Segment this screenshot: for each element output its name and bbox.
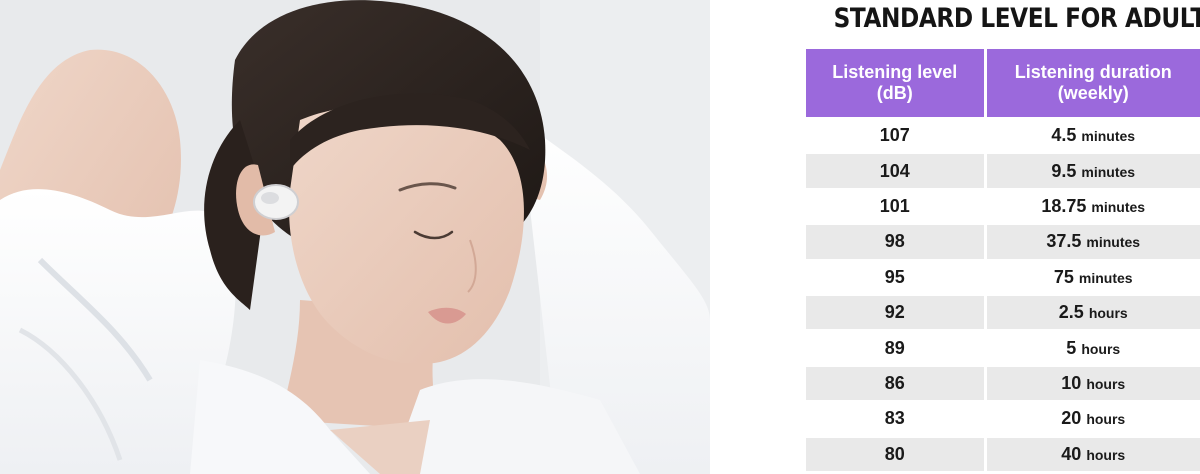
table-row: 92 2.5 hours: [806, 293, 1200, 331]
duration-unit: hours: [1086, 375, 1126, 392]
table-row: 89 5 hours: [806, 329, 1200, 366]
level-cell: 92: [806, 293, 985, 331]
duration-cell: 2.5 hours: [983, 293, 1200, 331]
header-listening-level: Listening level (dB): [806, 49, 985, 118]
duration-unit: hours: [1088, 305, 1128, 322]
duration-cell: 37.5 minutes: [983, 223, 1200, 260]
duration-cell: 9.5 minutes: [983, 152, 1200, 189]
level-cell: 95: [806, 258, 985, 295]
page-title: STANDARD LEVEL FOR ADULT: [833, 3, 1200, 34]
duration-amount: 9.5: [1051, 160, 1077, 181]
duration-cell: 40 hours: [983, 435, 1200, 471]
listening-level-table: Listening level (dB) Listening duration …: [806, 49, 1200, 471]
duration-amount: 2.5: [1058, 302, 1084, 323]
duration-amount: 37.5: [1046, 231, 1082, 252]
duration-cell: 20 hours: [983, 400, 1200, 437]
duration-cell: 18.75 minutes: [983, 187, 1200, 225]
duration-cell: 4.5 minutes: [983, 116, 1200, 154]
duration-unit: hours: [1086, 446, 1126, 463]
level-cell: 101: [806, 187, 985, 225]
header-unit: (dB): [876, 83, 913, 103]
level-cell: 104: [806, 152, 985, 189]
duration-cell: 5 hours: [983, 329, 1200, 366]
table-row: 101 18.75 minutes: [806, 187, 1200, 225]
level-cell: 83: [806, 400, 985, 437]
duration-unit: minutes: [1081, 163, 1136, 180]
header-label: Listening level: [832, 62, 958, 82]
duration-amount: 75: [1053, 266, 1074, 287]
woman-wearing-earbud-photo: [0, 0, 710, 474]
level-cell: 107: [806, 116, 985, 154]
duration-amount: 5: [1066, 337, 1077, 358]
level-cell: 86: [806, 364, 985, 402]
duration-unit: hours: [1086, 411, 1126, 428]
header-listening-duration: Listening duration (weekly): [983, 49, 1200, 118]
duration-unit: minutes: [1078, 269, 1133, 286]
duration-amount: 20: [1061, 408, 1082, 429]
duration-cell: 10 hours: [983, 364, 1200, 402]
table-row: 83 20 hours: [806, 400, 1200, 437]
duration-amount: 18.75: [1041, 195, 1087, 216]
duration-unit: minutes: [1081, 128, 1136, 145]
level-cell: 89: [806, 329, 985, 366]
table-row: 86 10 hours: [806, 364, 1200, 402]
duration-cell: 75 minutes: [983, 258, 1200, 295]
table-row: 107 4.5 minutes: [806, 116, 1200, 154]
table-row: 95 75 minutes: [806, 258, 1200, 295]
duration-amount: 40: [1061, 443, 1082, 464]
duration-unit: hours: [1081, 340, 1121, 357]
duration-amount: 10: [1061, 372, 1082, 393]
duration-unit: minutes: [1086, 234, 1141, 251]
table-row: 98 37.5 minutes: [806, 223, 1200, 260]
table-header-row: Listening level (dB) Listening duration …: [806, 49, 1200, 118]
header-unit: (weekly): [1057, 83, 1129, 103]
level-cell: 98: [806, 223, 985, 260]
table-row: 104 9.5 minutes: [806, 152, 1200, 189]
listening-level-panel: STANDARD LEVEL FOR ADULT Listening level…: [806, 0, 1200, 474]
header-label: Listening duration: [1014, 62, 1172, 82]
table-row: 80 40 hours: [806, 435, 1200, 471]
duration-unit: minutes: [1091, 198, 1146, 215]
duration-amount: 4.5: [1051, 125, 1077, 146]
level-cell: 80: [806, 435, 985, 471]
